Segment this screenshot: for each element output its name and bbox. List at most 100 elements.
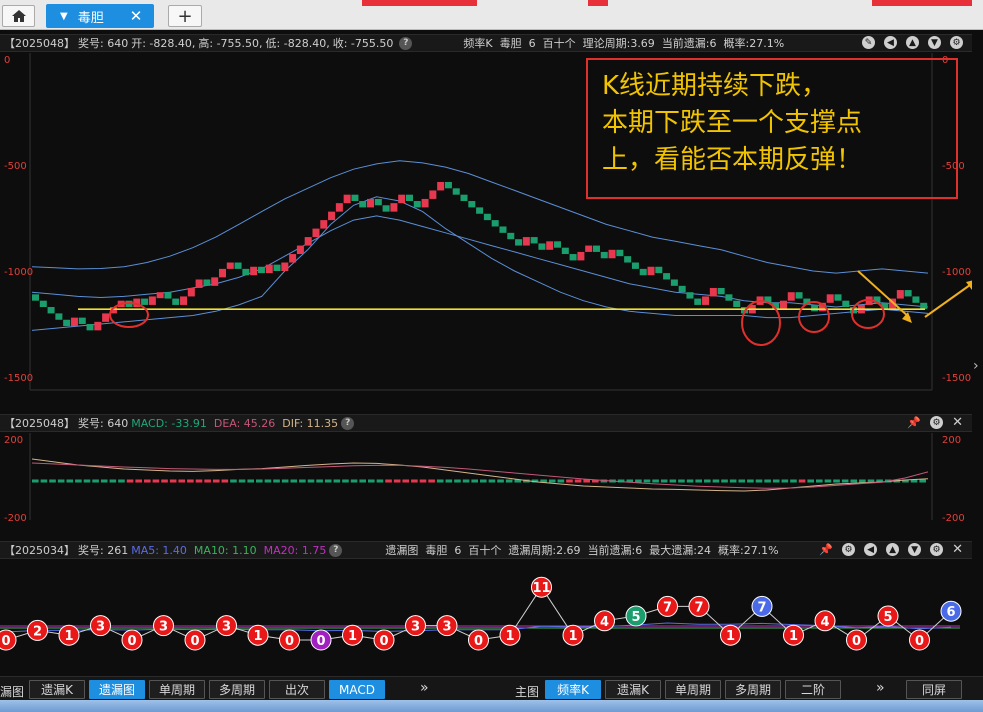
candle [515,239,523,246]
macd-bar [32,479,39,483]
candle [811,304,819,312]
miss-point-label: 5 [883,610,892,625]
main-info-0: 频率K [463,37,493,50]
candle [141,298,149,305]
candle [70,317,78,327]
macd-close-icon[interactable]: ✕ [952,416,963,429]
macd-panel-header: 【2025048】 奖号: 640 MACD: -33.91 DEA: 45.2… [0,414,972,432]
candle [694,298,702,305]
macd-bar [238,479,246,483]
miss-point-label: 7 [694,600,703,615]
miss-point-label: 0 [190,634,199,649]
home-icon [11,10,26,22]
miss-pin-icon[interactable]: 📌 [819,543,833,556]
candle [592,245,600,252]
candle [320,220,328,229]
candle [546,241,554,250]
miss-info-1: 毒胆 [425,544,448,557]
macd-bar [290,479,298,483]
main-info-4: 理论周期:3.69 [582,37,655,50]
bottom-toolbar: 漏图 遗漏K 遗漏图 单周期 多周期 出次 MACD » 主图 频率K 遗漏K … [0,676,983,700]
miss-help-icon[interactable]: ? [329,543,343,557]
macd-bar [833,479,840,483]
settings-icon[interactable]: ⚙ [950,36,963,49]
candle [429,190,437,199]
up-icon[interactable]: ▲ [906,36,919,49]
candles [32,181,928,331]
miss-back-icon[interactable]: ◀ [864,543,878,556]
bottom-right-item-4[interactable]: 二阶 [785,680,841,699]
miss-info-5: 当前遗漏:6 [587,544,643,557]
macd-bar [471,479,478,483]
dea-line [31,462,929,489]
macd-bar [574,479,582,483]
help-icon[interactable]: ? [399,36,413,50]
miss-settings-icon[interactable]: ⚙ [842,543,856,556]
expand-right-icon[interactable]: › [973,358,979,374]
miss-down-icon[interactable]: ▼ [908,543,922,556]
tab-dudan[interactable]: ▼ 毒胆 ✕ [46,4,154,28]
main-info-1: 毒胆 [499,37,522,50]
macd-settings-icon[interactable]: ⚙ [930,416,944,429]
bottom-item-6[interactable]: MACD [329,680,385,699]
candle [904,290,912,297]
bottom-right-item-2[interactable]: 单周期 [665,680,721,699]
macd-bar [824,479,832,483]
candle [561,247,569,255]
macd-bar [419,479,427,483]
bottom-right-item-3[interactable]: 多周期 [725,680,781,699]
annotation-box: K线近期持续下跌， 本期下跌至一个支撑点 上，看能否本期反弹！ [586,58,958,199]
tab-dropdown-icon[interactable]: ▼ [60,11,68,22]
bottom-item-3[interactable]: 单周期 [149,680,205,699]
candle [896,290,904,299]
main-panel-header: 【2025048】 奖号: 640 开: -828.40, 高: -755.50… [0,34,972,52]
tab-close-icon[interactable]: ✕ [130,7,143,25]
down-icon[interactable]: ▼ [928,36,941,49]
same-screen-button[interactable]: 同屏 [906,680,962,699]
miss-close-icon[interactable]: ✕ [952,543,963,556]
macd-bar [57,479,65,483]
main-info-3: 百十个 [542,37,576,50]
macd-value: MACD: -33.91 [131,416,207,430]
bottom-item-4[interactable]: 多周期 [209,680,265,699]
bottom-item-5[interactable]: 出次 [269,680,325,699]
pencil-icon[interactable]: ✎ [862,36,875,49]
add-tab-button[interactable]: + [168,5,202,27]
bottom-item-2[interactable]: 遗漏图 [89,680,145,699]
bottom-more-right[interactable]: » [876,680,885,696]
candle [437,181,445,191]
candle [218,268,226,278]
back-icon[interactable]: ◀ [884,36,897,49]
candle [281,262,289,271]
y-left-label: -1500 [4,373,33,384]
candle [172,298,180,305]
miss-point-label: 0 [474,634,483,649]
macd-bar [480,479,487,483]
miss-gear-icon[interactable]: ⚙ [930,543,944,556]
pin-icon[interactable]: 📌 [907,416,921,429]
macd-bar [807,479,814,483]
candle [585,245,593,252]
macd-bar [411,479,418,483]
candle [359,201,367,208]
macd-bar [256,479,263,483]
main-info-5: 当前遗漏:6 [661,37,717,50]
candle [367,198,375,208]
main-info-6: 概率:27.1% [723,37,785,50]
macd-help-icon[interactable]: ? [341,416,355,430]
candle [483,213,491,221]
miss-up-icon[interactable]: ▲ [886,543,900,556]
bottom-right-item-0[interactable]: 频率K [545,680,601,699]
bottom-item-1[interactable]: 遗漏K [29,680,85,699]
candle [47,307,55,314]
macd-bar [333,479,341,483]
candle [55,313,63,320]
bottom-right-item-1[interactable]: 遗漏K [605,680,661,699]
highlight-circles [109,299,885,346]
miss-info-4: 遗漏周期:2.69 [508,544,581,557]
bottom-more-left[interactable]: » [420,680,429,696]
bottom-item-0[interactable]: 漏图 [0,683,24,700]
candle [476,207,484,214]
miss-points: 02 1303031 0 0 1 03 30 11114 57 717140506 [0,576,962,651]
home-button[interactable] [2,5,35,27]
